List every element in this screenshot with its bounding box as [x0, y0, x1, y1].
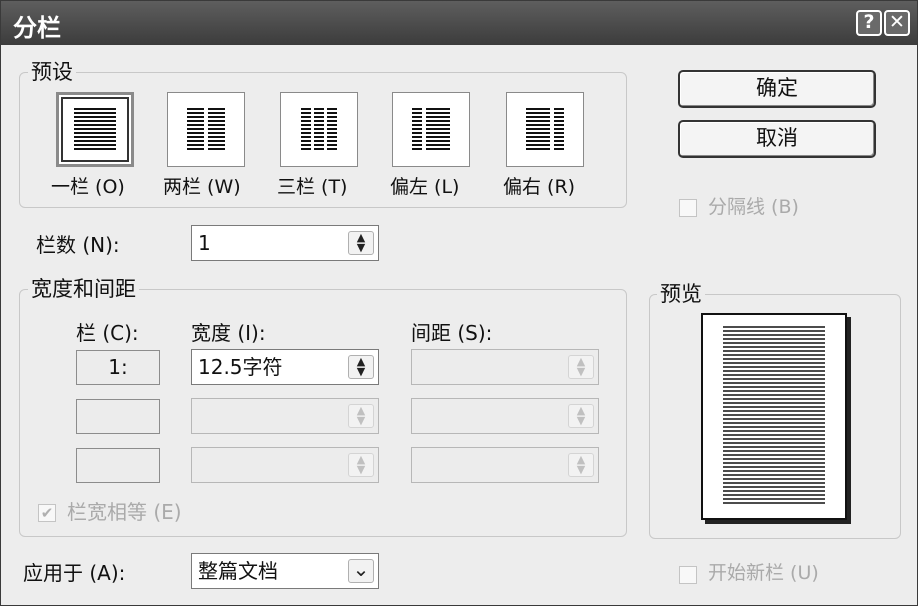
spin-down-icon: ▼ — [356, 414, 366, 427]
preset-label-left[interactable]: 偏左 (L) — [390, 175, 459, 199]
apply-to-label: 应用于 (A): — [23, 561, 126, 585]
spin-down-icon: ▼ — [356, 241, 366, 254]
width-spinner-3[interactable]: ▲ ▼ — [348, 453, 374, 477]
width-spinner-1[interactable]: ▲ ▼ — [348, 355, 374, 379]
right-column-icon — [526, 108, 564, 150]
width-header: 宽度 (I): — [191, 321, 266, 345]
equal-width-checkbox[interactable]: ✔ — [38, 504, 56, 522]
spacing-spinner-2[interactable]: ▲ ▼ — [568, 404, 594, 428]
separator-checkbox[interactable] — [679, 199, 697, 217]
three-columns-icon — [301, 108, 337, 150]
preset-left[interactable] — [392, 92, 470, 167]
spin-down-icon: ▼ — [576, 463, 586, 476]
cancel-button[interactable]: 取消 — [678, 120, 876, 158]
apply-to-select[interactable]: 整篇文档 ⌄ — [191, 553, 379, 589]
left-column-icon — [412, 108, 450, 150]
col-number-3 — [76, 448, 160, 483]
preview-lines — [723, 326, 825, 504]
separator-label: 分隔线 (B) — [708, 196, 799, 218]
width-value-1: 12.5字符 — [198, 355, 283, 379]
column-count-input[interactable]: 1 ▲ ▼ — [191, 225, 379, 261]
dialog-title: 分栏 — [13, 14, 61, 42]
preset-label-two[interactable]: 两栏 (W) — [163, 175, 241, 199]
preview-group-label: 预览 — [657, 282, 705, 306]
preset-two-columns[interactable] — [167, 92, 245, 167]
col-header: 栏 (C): — [76, 321, 139, 345]
column-count-spinner[interactable]: ▲ ▼ — [348, 231, 374, 255]
width-input-2[interactable]: ▲ ▼ — [191, 398, 379, 434]
col-number-2 — [76, 399, 160, 434]
spacing-header: 间距 (S): — [411, 321, 493, 345]
new-column-label: 开始新栏 (U) — [708, 562, 819, 584]
column-count-label: 栏数 (N): — [36, 233, 120, 257]
spacing-spinner-3[interactable]: ▲ ▼ — [568, 453, 594, 477]
width-input-1[interactable]: 12.5字符 ▲ ▼ — [191, 349, 379, 385]
width-spinner-2[interactable]: ▲ ▼ — [348, 404, 374, 428]
columns-dialog: 分栏 ? ✕ 预设 一栏 (O) 两栏 (W) 三栏 (T) 偏左 (L) 偏右… — [0, 0, 918, 606]
spacing-input-1[interactable]: ▲ ▼ — [411, 349, 599, 385]
title-bar: 分栏 ? ✕ — [1, 1, 917, 45]
preset-label-one[interactable]: 一栏 (O) — [51, 175, 125, 199]
col-number-1: 1: — [76, 350, 160, 385]
width-input-3[interactable]: ▲ ▼ — [191, 447, 379, 483]
spacing-input-3[interactable]: ▲ ▼ — [411, 447, 599, 483]
spin-down-icon: ▼ — [576, 414, 586, 427]
spin-down-icon: ▼ — [356, 365, 366, 378]
spin-down-icon: ▼ — [576, 365, 586, 378]
column-count-value: 1 — [198, 231, 211, 255]
new-column-checkbox[interactable] — [679, 566, 697, 584]
presets-group-label: 预设 — [28, 60, 76, 84]
help-button[interactable]: ? — [856, 10, 882, 36]
two-columns-icon — [187, 108, 225, 150]
apply-to-value: 整篇文档 — [198, 559, 278, 583]
equal-width-label: 栏宽相等 (E) — [67, 500, 182, 524]
preview-page — [701, 313, 847, 520]
dropdown-arrow-icon[interactable]: ⌄ — [348, 559, 374, 583]
check-icon: ✔ — [40, 504, 54, 522]
preset-label-right[interactable]: 偏右 (R) — [503, 175, 575, 199]
preset-three-columns[interactable] — [280, 92, 358, 167]
ok-button[interactable]: 确定 — [678, 70, 876, 108]
preset-right[interactable] — [506, 92, 584, 167]
spacing-spinner-1[interactable]: ▲ ▼ — [568, 355, 594, 379]
spin-down-icon: ▼ — [356, 463, 366, 476]
spacing-input-2[interactable]: ▲ ▼ — [411, 398, 599, 434]
preset-one-column[interactable] — [56, 92, 134, 167]
close-button[interactable]: ✕ — [884, 10, 910, 36]
width-spacing-group-label: 宽度和间距 — [28, 277, 139, 301]
one-column-icon — [74, 108, 116, 150]
preset-label-three[interactable]: 三栏 (T) — [277, 175, 347, 199]
